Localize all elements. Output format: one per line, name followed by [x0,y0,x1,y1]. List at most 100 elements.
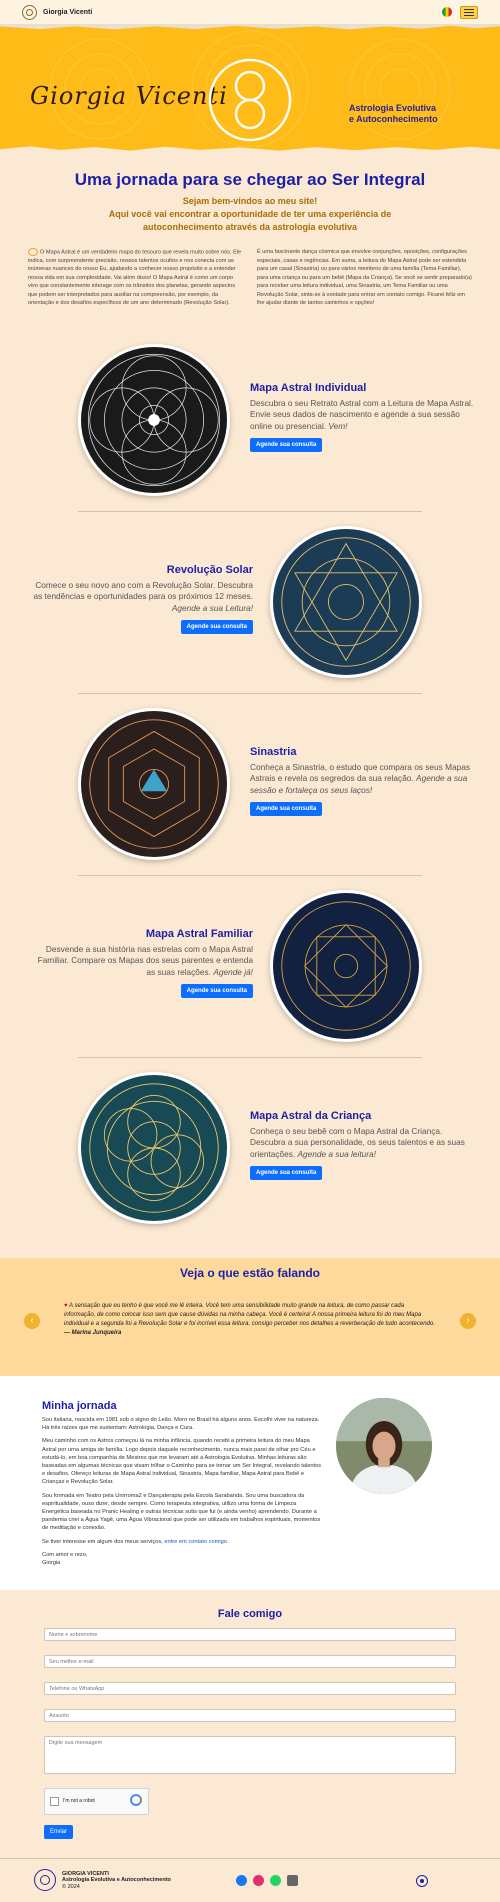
service-cta-em: Agende a sua Leitura! [171,602,253,613]
mandala-image-individual [78,343,230,496]
about-p4: Se tiver interesse em algum dos meus ser… [42,1538,322,1546]
welcome-line2: Aqui você vai encontrar a oportunidade d… [108,209,392,219]
social-links [236,1874,298,1886]
whatsapp-icon[interactable] [270,1874,281,1886]
menu-toggle-button[interactable] [460,5,478,19]
tagline-line2: e Autoconhecimento [349,114,438,124]
recaptcha-widget: I'm not a robot [44,1787,149,1815]
next-arrow-icon[interactable]: › [460,1312,476,1329]
email-icon[interactable] [287,1874,298,1886]
mandala-image-synastry [78,707,230,860]
testimonials-title: Veja o que estão falando [179,1265,321,1280]
facebook-icon[interactable] [236,1874,247,1886]
book-button[interactable]: Agende sua consulta [250,1166,323,1181]
service-synastry: Sinastria Conheça a Sinastria, o estudo … [0,694,500,876]
service-text: Mapa Astral Individual Descubra o seu Re… [250,382,475,453]
message-field[interactable]: Digite sua mensagem [44,1735,456,1774]
about-body: Sou italiana, nascida em 1981 sob o sign… [42,1416,322,1567]
intro-col1: O Mapa Astral é um verdadeiro mapa do te… [28,248,243,308]
footer-logo-icon [34,1869,56,1892]
service-text: Sinastria Conheça a Sinastria, o estudo … [250,746,475,817]
service-title: Mapa Astral da Criança [250,1109,372,1122]
language-flag-icon[interactable] [442,7,452,17]
service-cta-em: Vem! [328,420,348,431]
about-p1: Sou italiana, nascida em 1981 sob o sign… [42,1416,320,1432]
welcome-line3: autoconhecimento através da astrologia e… [142,222,358,232]
mandala-image-child [78,1071,230,1224]
book-button[interactable]: Agende sua consulta [250,438,323,453]
book-button[interactable]: Agende sua consulta [250,802,323,817]
service-text: Mapa Astral da Criança Conheça o seu beb… [250,1110,475,1181]
logo-icon [22,4,37,20]
name-field[interactable]: Nome e sobrenome [44,1627,456,1641]
send-button[interactable]: Enviar [44,1824,74,1839]
service-solar-return: Revolução Solar Comece o seu novo ano co… [0,512,500,694]
mandala-image-solar [270,525,422,678]
recaptcha-label: I'm not a robot [63,1798,95,1805]
footer-text: GIORGIA VICENTI Astrologia Evolutiva e A… [62,1871,171,1891]
contact-link[interactable]: entre em contato comigo. [164,1539,228,1545]
mandala-image-family [270,889,422,1042]
service-title: Revolução Solar [166,563,253,576]
about-p4-text: Se tiver interesse em algum dos meus ser… [42,1538,163,1545]
subject-field[interactable]: Assunto [44,1708,456,1722]
service-desc: Descubra o seu Retrato Astral com a Leit… [250,398,475,433]
hero-banner: Giorgia Vicenti Astrologia Evolutiva e A… [0,24,500,152]
service-text: Revolução Solar Comece o seu novo ano co… [28,564,253,635]
contact-section: Fale comigo Nome e sobrenome Seu melhor … [0,1590,500,1858]
heart-icon: ♥ [64,1302,68,1309]
hero-tagline: Astrologia Evolutiva e Autoconhecimento [349,103,438,125]
welcome-line: Sejam bem-vindos ao meu site! [182,196,318,206]
intro-col2: É uma fascinante dança cósmica que envol… [257,249,472,306]
intro-col1-text: O Mapa Astral é um verdadeiro mapa do te… [28,249,242,307]
about-section: Minha jornada Sou italiana, nascida em 1… [0,1375,500,1590]
prev-arrow-icon[interactable]: ‹ [24,1312,40,1329]
service-desc: Desvende a sua história nas estrelas com… [28,944,253,979]
sign-line1: Com amor e rezo, [42,1551,88,1558]
service-text: Mapa Astral Familiar Desvende a sua hist… [28,928,253,999]
tagline-line1: Astrologia Evolutiva [349,103,437,113]
contact-title: Fale comigo [217,1607,283,1620]
email-field[interactable]: Seu melhor e-mail [44,1654,456,1668]
back-to-top-icon[interactable] [416,1874,428,1887]
about-sign: Com amor e rezo, Giorgia [42,1551,322,1567]
brand-link[interactable]: Giorgia Vicenti [22,4,93,20]
about-p3: Sou formada em Teatro pela Unirroma2 e D… [42,1492,321,1532]
intro-columns: O Mapa Astral é um verdadeiro mapa do te… [0,248,500,308]
service-child: Mapa Astral da Criança Conheça o seu beb… [0,1058,500,1234]
instagram-icon[interactable] [253,1874,264,1886]
phone-field[interactable]: Telefone ou WhatsApp [44,1681,456,1695]
quote-author: — Marina Junqueira [64,1329,122,1336]
brand-name: Giorgia Vicenti [43,8,93,16]
page-title: Uma jornada para se chegar ao Ser Integr… [74,170,426,189]
service-title: Mapa Astral Individual [250,381,367,394]
infinity-circle-symbol-icon [208,58,292,142]
navbar: Giorgia Vicenti [0,0,500,24]
service-individual: Mapa Astral Individual Descubra o seu Re… [0,330,500,512]
service-family: Mapa Astral Familiar Desvende a sua hist… [0,876,500,1058]
footer: GIORGIA VICENTI Astrologia Evolutiva e A… [0,1857,500,1902]
service-cta-em: Agende já! [213,966,253,977]
about-p2: Meu caminho com os Astros começou lá na … [42,1438,322,1486]
footer-copyright: © 2024 [62,1883,80,1890]
signature-logo: Giorgia Vicenti [30,82,228,110]
profile-photo [336,1397,432,1494]
service-cta-em: Agende a sua leitura! [297,1148,376,1159]
service-desc-text: Comece o seu novo ano com a Revolução So… [33,579,253,602]
recaptcha-logo-icon [130,1793,142,1806]
book-button[interactable]: Agende sua consulta [180,984,253,999]
sign-line2: Giorgia [42,1560,61,1567]
quote-text: A sensação que eu tenho é que você me lê… [64,1302,435,1327]
service-desc-text: Descubra o seu Retrato Astral com a Leit… [250,397,474,431]
service-desc: Conheça a Sinastria, o estudo que compar… [250,762,475,797]
testimonial-quote: ♥ A sensação que eu tenho é que você me … [64,1302,436,1338]
service-title: Mapa Astral Familiar [145,927,253,940]
service-desc: Comece o seu novo ano com a Revolução So… [28,580,253,615]
book-button[interactable]: Agende sua consulta [180,620,253,635]
recaptcha-checkbox[interactable] [50,1796,59,1806]
testimonials-section: Veja o que estão falando ‹ ♥ A sensação … [0,1257,500,1376]
service-title: Sinastria [250,745,297,758]
sun-icon [28,248,38,256]
welcome-subtitle: Sejam bem-vindos ao meu site! Aqui você … [0,195,500,234]
service-desc: Conheça o seu bebê com o Mapa Astral da … [250,1126,475,1161]
